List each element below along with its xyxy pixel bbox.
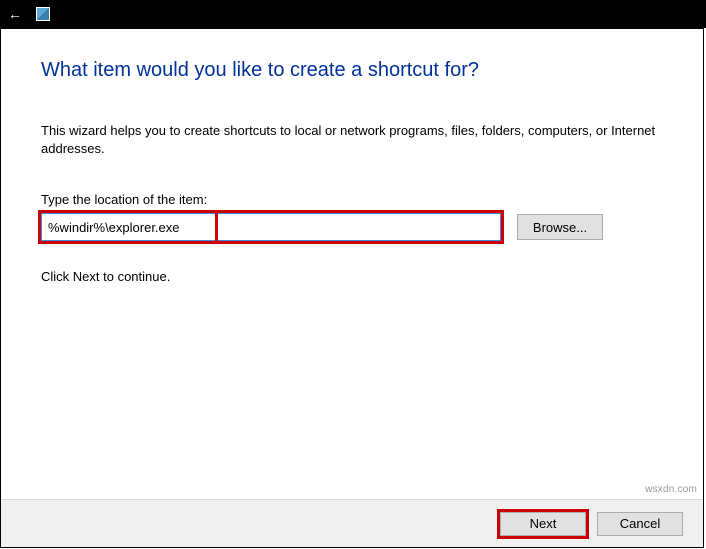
location-input[interactable] [41,213,501,241]
browse-button[interactable]: Browse... [517,214,603,240]
next-button[interactable]: Next [500,512,586,536]
continue-instruction: Click Next to continue. [41,269,663,284]
dialog-frame: What item would you like to create a sho… [0,28,704,548]
cancel-button[interactable]: Cancel [597,512,683,536]
shortcut-wizard-icon [36,7,50,21]
page-heading: What item would you like to create a sho… [41,59,663,82]
next-button-highlight: Next [497,509,589,539]
back-arrow-icon[interactable]: ← [8,6,22,22]
location-row: Browse... [41,213,663,241]
dialog-footer: Next Cancel [1,499,703,547]
watermark-text: wsxdn.com [645,484,697,495]
wizard-description: This wizard helps you to create shortcut… [41,122,663,158]
location-label: Type the location of the item: [41,192,663,207]
window-titlebar: ← [0,0,706,28]
dialog-content: What item would you like to create a sho… [1,29,703,284]
